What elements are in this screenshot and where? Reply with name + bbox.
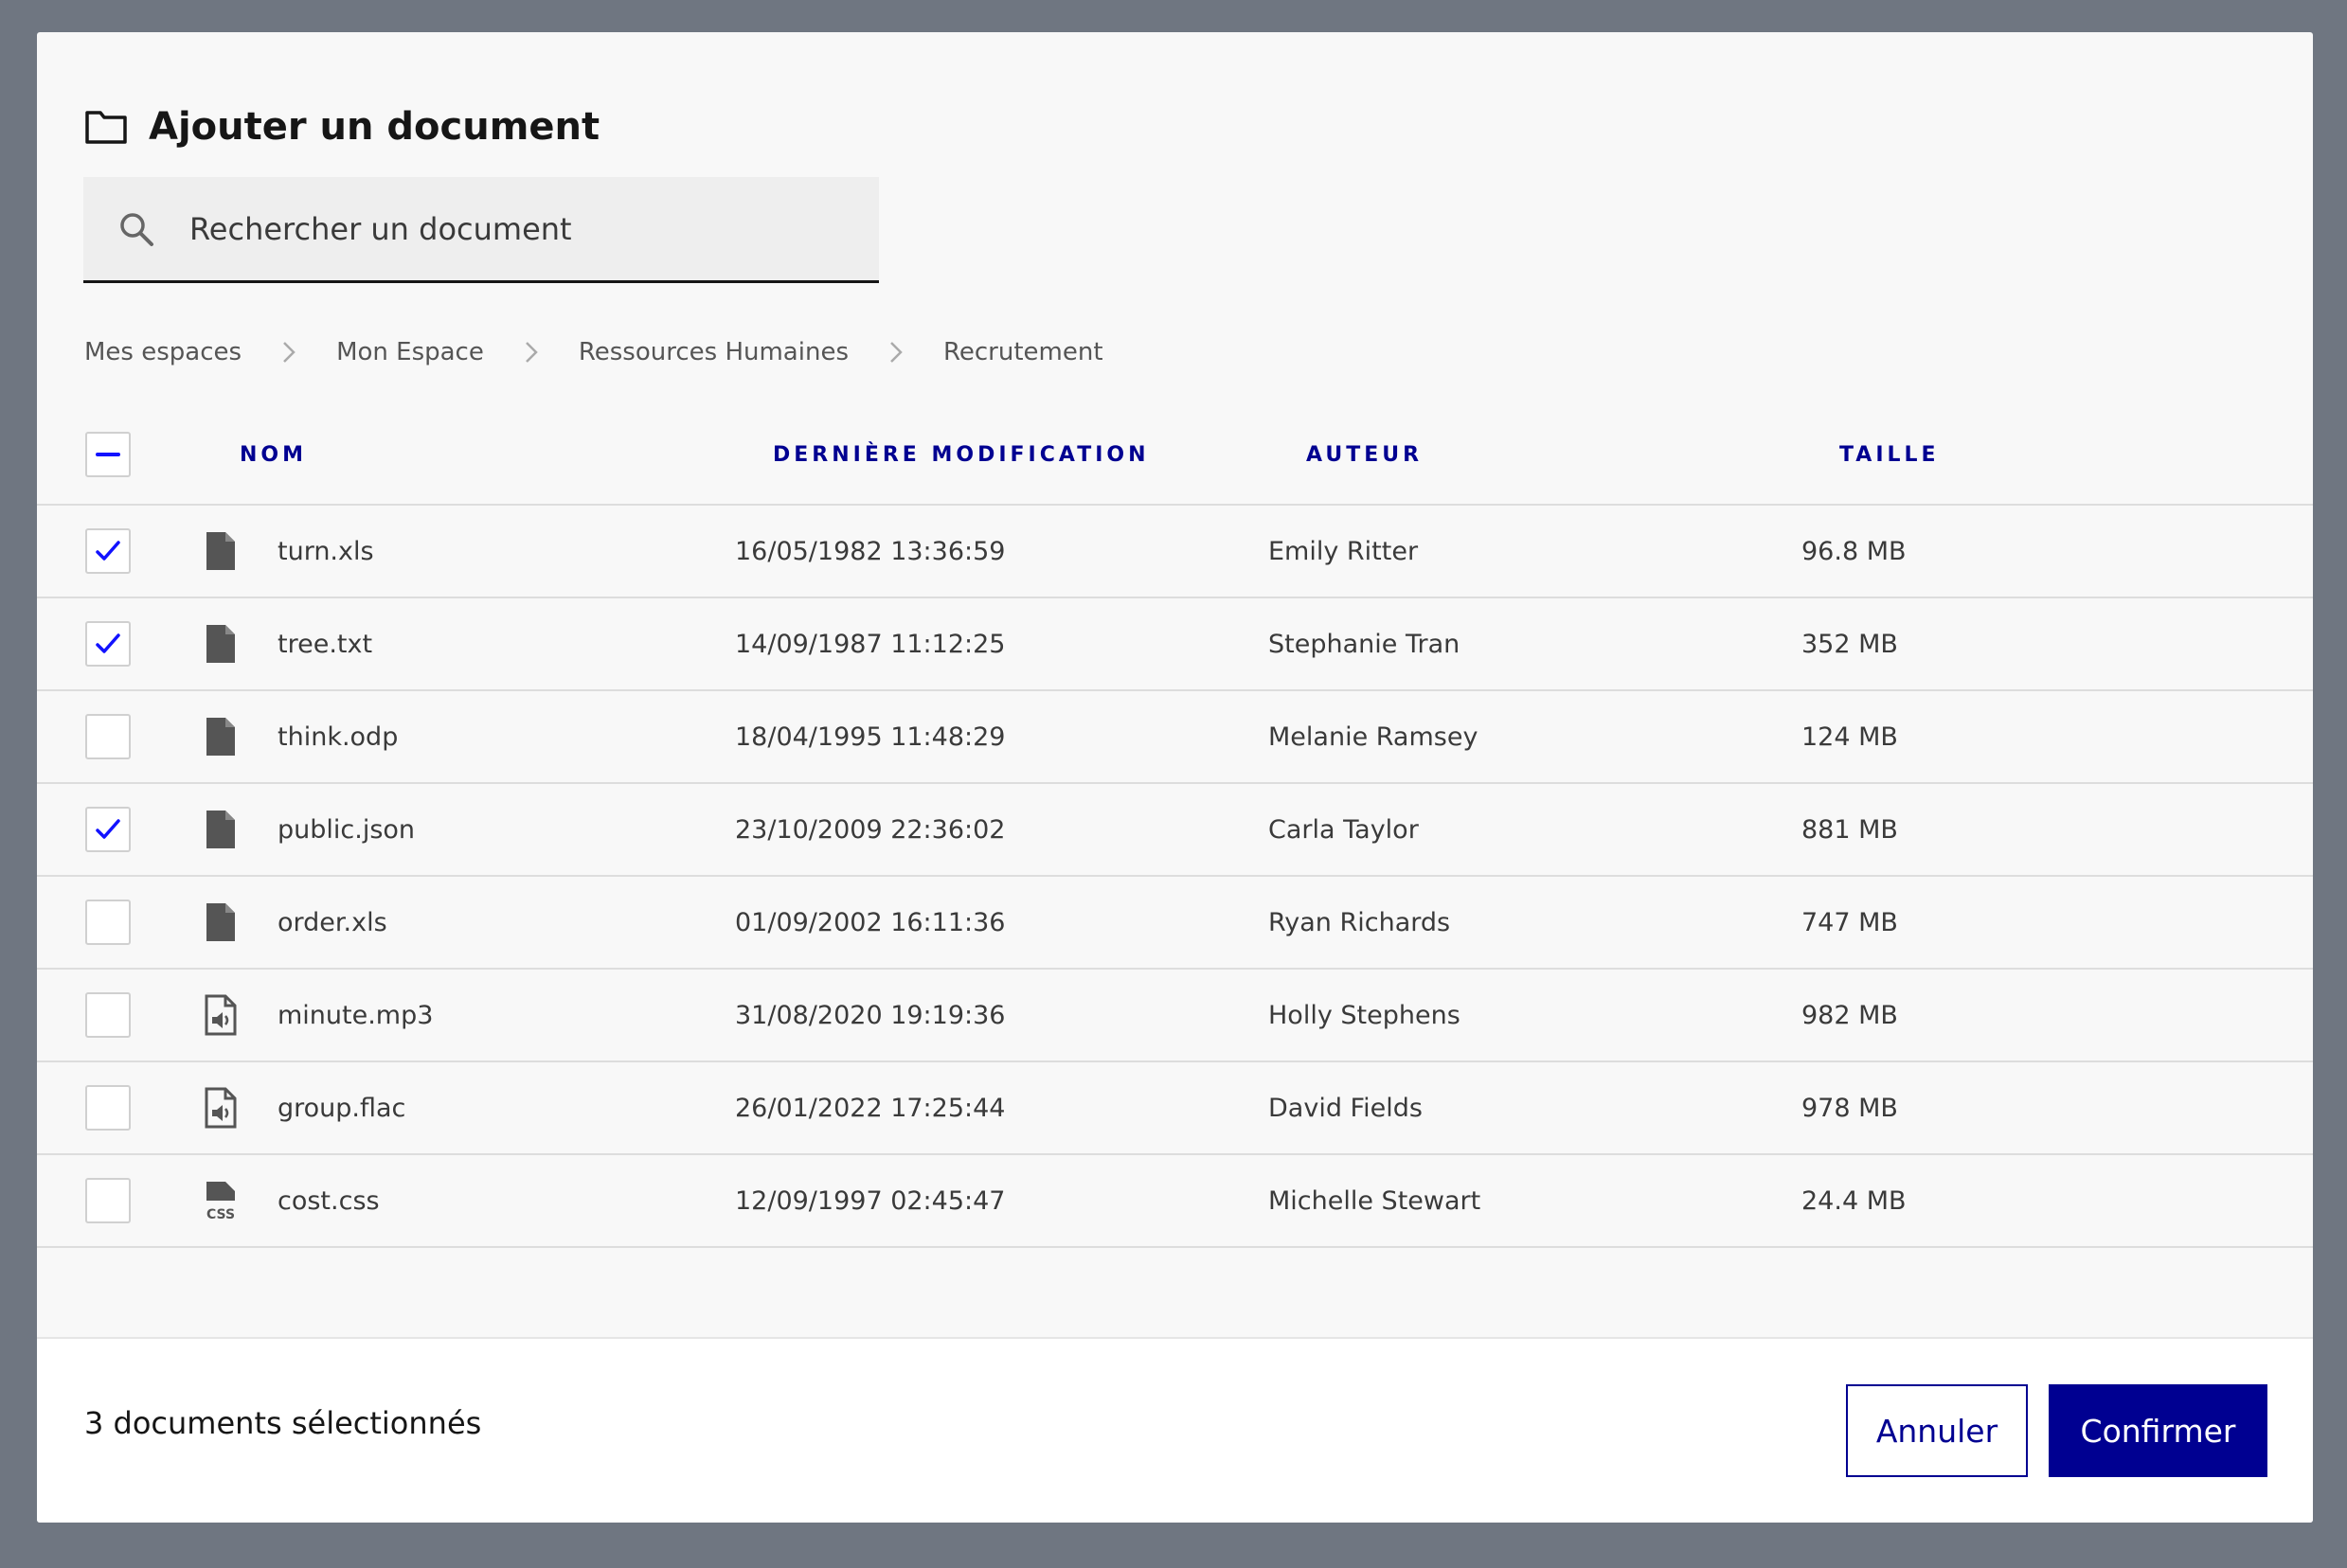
file-size: 24.4 MB <box>1801 1185 1907 1216</box>
file-size: 124 MB <box>1801 722 1898 752</box>
row-checkbox[interactable] <box>85 900 131 945</box>
file-author: Stephanie Tran <box>1268 629 1460 659</box>
table-body: turn.xls 16/05/1982 13:36:59 Emily Ritter 9… <box>37 506 2313 1248</box>
file-name[interactable]: tree.txt <box>278 630 735 659</box>
file-icon <box>206 718 235 756</box>
documents-table: NOM DERNIÈRE MODIFICATION AUTEUR TAILLE … <box>37 405 2313 1248</box>
file-modified: 01/09/2002 16:11:36 <box>735 907 1006 937</box>
file-name[interactable]: public.json <box>278 815 735 845</box>
column-header-author[interactable]: AUTEUR <box>1306 443 1839 467</box>
breadcrumb-item-recrutement[interactable]: Recrutement <box>943 338 1103 366</box>
row-checkbox[interactable] <box>85 992 131 1038</box>
file-author: Holly Stephens <box>1268 1000 1460 1030</box>
file-name[interactable]: cost.css <box>278 1186 735 1216</box>
chevron-right-icon <box>242 339 336 365</box>
table-header: NOM DERNIÈRE MODIFICATION AUTEUR TAILLE <box>37 405 2313 506</box>
file-size: 978 MB <box>1801 1093 1898 1123</box>
search-input[interactable] <box>189 210 796 247</box>
row-checkbox[interactable] <box>85 1178 131 1223</box>
file-name[interactable]: order.xls <box>278 908 735 937</box>
file-size: 96.8 MB <box>1801 536 1907 566</box>
css-file-icon: CSS <box>206 1182 235 1221</box>
svg-text:CSS: CSS <box>206 1207 235 1221</box>
column-header-modified[interactable]: DERNIÈRE MODIFICATION <box>773 443 1306 467</box>
audio-file-icon <box>205 1087 237 1129</box>
breadcrumb-item-mes-espaces[interactable]: Mes espaces <box>84 338 242 366</box>
file-author: Emily Ritter <box>1268 536 1419 566</box>
file-modified: 16/05/1982 13:36:59 <box>735 536 1006 566</box>
file-author: Melanie Ramsey <box>1268 722 1478 752</box>
breadcrumb: Mes espaces Mon Espace Ressources Humain… <box>84 324 1103 381</box>
row-checkbox[interactable] <box>85 528 131 574</box>
chevron-right-icon <box>484 339 579 365</box>
row-checkbox[interactable] <box>85 807 131 852</box>
file-name[interactable]: group.flac <box>278 1094 735 1123</box>
file-size: 982 MB <box>1801 1000 1898 1030</box>
file-size: 881 MB <box>1801 814 1898 845</box>
table-row[interactable]: CSS cost.css 12/09/1997 02:45:47 Michelle S… <box>37 1155 2313 1248</box>
table-row[interactable]: group.flac 26/01/2022 17:25:44 David Field… <box>37 1062 2313 1155</box>
file-name[interactable]: minute.mp3 <box>278 1001 735 1030</box>
search-box <box>83 177 879 283</box>
file-size: 352 MB <box>1801 629 1898 659</box>
file-author: David Fields <box>1268 1093 1423 1123</box>
dialog-header: Ajouter un document <box>84 72 600 182</box>
chevron-right-icon <box>849 339 943 365</box>
file-name[interactable]: turn.xls <box>278 537 735 566</box>
file-author: Carla Taylor <box>1268 814 1419 845</box>
column-header-name[interactable]: NOM <box>240 443 773 467</box>
file-modified: 26/01/2022 17:25:44 <box>735 1093 1006 1123</box>
search-icon <box>120 212 153 246</box>
confirm-button[interactable]: Confirmer <box>2049 1384 2267 1477</box>
file-modified: 23/10/2009 22:36:02 <box>735 814 1006 845</box>
row-checkbox[interactable] <box>85 714 131 759</box>
table-row[interactable]: tree.txt 14/09/1987 11:12:25 Stephanie Tra… <box>37 598 2313 691</box>
dialog-footer: 3 documents sélectionnés Annuler Confirm… <box>37 1337 2313 1523</box>
table-row[interactable]: turn.xls 16/05/1982 13:36:59 Emily Ritter 9… <box>37 506 2313 598</box>
row-checkbox[interactable] <box>85 621 131 667</box>
file-modified: 18/04/1995 11:48:29 <box>735 722 1006 752</box>
row-checkbox[interactable] <box>85 1085 131 1131</box>
file-icon <box>206 903 235 941</box>
file-icon <box>206 811 235 848</box>
cancel-button[interactable]: Annuler <box>1846 1384 2028 1477</box>
dialog-title: Ajouter un document <box>149 105 600 149</box>
audio-file-icon <box>205 994 237 1036</box>
selected-count: 3 documents sélectionnés <box>84 1405 482 1441</box>
table-row[interactable]: order.xls 01/09/2002 16:11:36 Ryan Richard… <box>37 877 2313 970</box>
table-row[interactable]: minute.mp3 31/08/2020 19:19:36 Holly Steph… <box>37 970 2313 1062</box>
file-size: 747 MB <box>1801 907 1898 937</box>
file-author: Ryan Richards <box>1268 907 1451 937</box>
breadcrumb-item-mon-espace[interactable]: Mon Espace <box>336 338 484 366</box>
file-modified: 31/08/2020 19:19:36 <box>735 1000 1006 1030</box>
table-row[interactable]: think.odp 18/04/1995 11:48:29 Melanie Rams… <box>37 691 2313 784</box>
select-all-checkbox[interactable] <box>85 432 131 477</box>
file-name[interactable]: think.odp <box>278 722 735 752</box>
table-row[interactable]: public.json 23/10/2009 22:36:02 Carla Tayl… <box>37 784 2313 877</box>
column-header-size[interactable]: TAILLE <box>1839 443 2313 467</box>
file-modified: 12/09/1997 02:45:47 <box>735 1185 1006 1216</box>
file-author: Michelle Stewart <box>1268 1185 1481 1216</box>
file-modified: 14/09/1987 11:12:25 <box>735 629 1006 659</box>
file-icon <box>206 625 235 663</box>
file-icon <box>206 532 235 570</box>
breadcrumb-item-ressources-humaines[interactable]: Ressources Humaines <box>579 338 849 366</box>
add-document-dialog: Ajouter un document Mes espaces Mon Espa… <box>37 32 2313 1523</box>
folder-icon <box>85 111 127 144</box>
